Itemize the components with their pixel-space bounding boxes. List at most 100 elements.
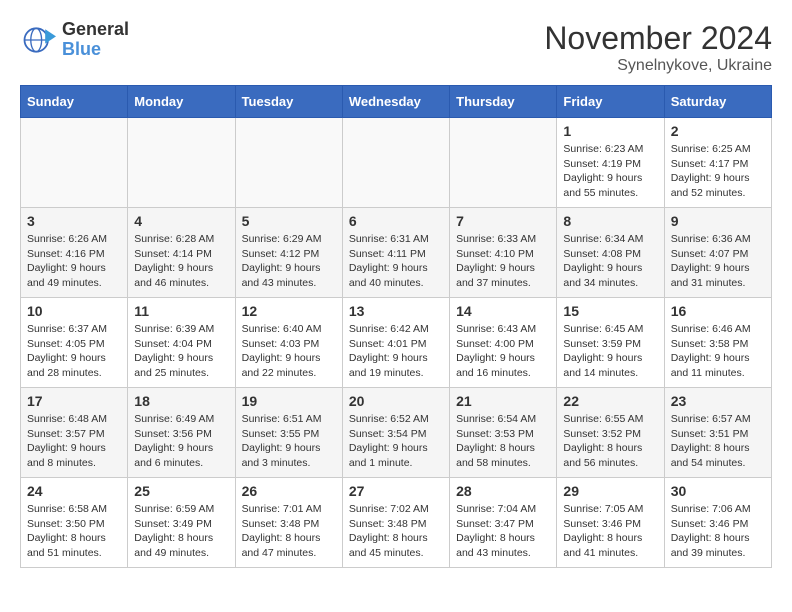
- day-number: 15: [563, 303, 657, 319]
- day-info: Sunrise: 6:23 AM Sunset: 4:19 PM Dayligh…: [563, 142, 657, 201]
- calendar-week-5: 24 Sunrise: 6:58 AM Sunset: 3:50 PM Dayli…: [21, 478, 772, 568]
- logo-blue: Blue: [62, 40, 129, 60]
- day-info: Sunrise: 6:58 AM Sunset: 3:50 PM Dayligh…: [27, 502, 121, 561]
- day-info: Sunrise: 7:05 AM Sunset: 3:46 PM Dayligh…: [563, 502, 657, 561]
- day-number: 24: [27, 483, 121, 499]
- day-number: 20: [349, 393, 443, 409]
- day-info: Sunrise: 6:52 AM Sunset: 3:54 PM Dayligh…: [349, 412, 443, 471]
- logo-general: General: [62, 20, 129, 40]
- day-number: 22: [563, 393, 657, 409]
- day-number: 7: [456, 213, 550, 229]
- weekday-header-tuesday: Tuesday: [235, 86, 342, 118]
- day-info: Sunrise: 6:28 AM Sunset: 4:14 PM Dayligh…: [134, 232, 228, 291]
- day-info: Sunrise: 6:55 AM Sunset: 3:52 PM Dayligh…: [563, 412, 657, 471]
- day-number: 3: [27, 213, 121, 229]
- calendar-cell: 11 Sunrise: 6:39 AM Sunset: 4:04 PM Dayli…: [128, 298, 235, 388]
- day-info: Sunrise: 6:46 AM Sunset: 3:58 PM Dayligh…: [671, 322, 765, 381]
- day-info: Sunrise: 6:39 AM Sunset: 4:04 PM Dayligh…: [134, 322, 228, 381]
- day-number: 25: [134, 483, 228, 499]
- day-info: Sunrise: 6:26 AM Sunset: 4:16 PM Dayligh…: [27, 232, 121, 291]
- calendar-cell: 13 Sunrise: 6:42 AM Sunset: 4:01 PM Dayli…: [342, 298, 449, 388]
- day-number: 14: [456, 303, 550, 319]
- calendar-cell: [235, 118, 342, 208]
- day-number: 11: [134, 303, 228, 319]
- title-block: November 2024 Synelnykove, Ukraine: [544, 20, 772, 75]
- calendar-cell: 6Sunrise: 6:31 AM Sunset: 4:11 PM Daylig…: [342, 208, 449, 298]
- calendar-cell: 25 Sunrise: 6:59 AM Sunset: 3:49 PM Dayli…: [128, 478, 235, 568]
- day-info: Sunrise: 7:06 AM Sunset: 3:46 PM Dayligh…: [671, 502, 765, 561]
- calendar-cell: [450, 118, 557, 208]
- day-number: 10: [27, 303, 121, 319]
- weekday-header-sunday: Sunday: [21, 86, 128, 118]
- location: Synelnykove, Ukraine: [544, 57, 772, 75]
- calendar-cell: 5 Sunrise: 6:29 AM Sunset: 4:12 PM Daylig…: [235, 208, 342, 298]
- day-number: 30: [671, 483, 765, 499]
- day-number: 1: [563, 123, 657, 139]
- calendar-cell: [342, 118, 449, 208]
- calendar-week-4: 17Sunrise: 6:48 AM Sunset: 3:57 PM Dayli…: [21, 388, 772, 478]
- day-info: Sunrise: 6:33 AM Sunset: 4:10 PM Dayligh…: [456, 232, 550, 291]
- logo-icon: [20, 22, 56, 58]
- weekday-header-friday: Friday: [557, 86, 664, 118]
- calendar-cell: 15Sunrise: 6:45 AM Sunset: 3:59 PM Dayli…: [557, 298, 664, 388]
- calendar-week-1: 1 Sunrise: 6:23 AM Sunset: 4:19 PM Daylig…: [21, 118, 772, 208]
- calendar-cell: 19 Sunrise: 6:51 AM Sunset: 3:55 PM Dayli…: [235, 388, 342, 478]
- day-info: Sunrise: 7:02 AM Sunset: 3:48 PM Dayligh…: [349, 502, 443, 561]
- calendar-cell: 30 Sunrise: 7:06 AM Sunset: 3:46 PM Dayli…: [664, 478, 771, 568]
- calendar-cell: 24 Sunrise: 6:58 AM Sunset: 3:50 PM Dayli…: [21, 478, 128, 568]
- calendar-cell: 14 Sunrise: 6:43 AM Sunset: 4:00 PM Dayli…: [450, 298, 557, 388]
- day-number: 8: [563, 213, 657, 229]
- day-number: 19: [242, 393, 336, 409]
- day-info: Sunrise: 6:59 AM Sunset: 3:49 PM Dayligh…: [134, 502, 228, 561]
- calendar-cell: 17Sunrise: 6:48 AM Sunset: 3:57 PM Dayli…: [21, 388, 128, 478]
- day-number: 4: [134, 213, 228, 229]
- day-number: 21: [456, 393, 550, 409]
- calendar-cell: 18Sunrise: 6:49 AM Sunset: 3:56 PM Dayli…: [128, 388, 235, 478]
- calendar-cell: 10 Sunrise: 6:37 AM Sunset: 4:05 PM Dayli…: [21, 298, 128, 388]
- day-info: Sunrise: 6:42 AM Sunset: 4:01 PM Dayligh…: [349, 322, 443, 381]
- day-number: 26: [242, 483, 336, 499]
- day-info: Sunrise: 6:40 AM Sunset: 4:03 PM Dayligh…: [242, 322, 336, 381]
- day-info: Sunrise: 6:51 AM Sunset: 3:55 PM Dayligh…: [242, 412, 336, 471]
- day-number: 5: [242, 213, 336, 229]
- weekday-header-monday: Monday: [128, 86, 235, 118]
- day-number: 16: [671, 303, 765, 319]
- day-info: Sunrise: 6:36 AM Sunset: 4:07 PM Dayligh…: [671, 232, 765, 291]
- day-number: 27: [349, 483, 443, 499]
- weekday-header-row: SundayMondayTuesdayWednesdayThursdayFrid…: [21, 86, 772, 118]
- day-number: 28: [456, 483, 550, 499]
- calendar-cell: 9 Sunrise: 6:36 AM Sunset: 4:07 PM Daylig…: [664, 208, 771, 298]
- weekday-header-thursday: Thursday: [450, 86, 557, 118]
- day-info: Sunrise: 6:48 AM Sunset: 3:57 PM Dayligh…: [27, 412, 121, 471]
- day-info: Sunrise: 6:43 AM Sunset: 4:00 PM Dayligh…: [456, 322, 550, 381]
- day-number: 29: [563, 483, 657, 499]
- month-year: November 2024: [544, 20, 772, 57]
- day-info: Sunrise: 6:34 AM Sunset: 4:08 PM Dayligh…: [563, 232, 657, 291]
- calendar-cell: 3 Sunrise: 6:26 AM Sunset: 4:16 PM Daylig…: [21, 208, 128, 298]
- calendar-week-2: 3 Sunrise: 6:26 AM Sunset: 4:16 PM Daylig…: [21, 208, 772, 298]
- calendar-cell: 22 Sunrise: 6:55 AM Sunset: 3:52 PM Dayli…: [557, 388, 664, 478]
- calendar-cell: 26Sunrise: 7:01 AM Sunset: 3:48 PM Dayli…: [235, 478, 342, 568]
- calendar-cell: 23Sunrise: 6:57 AM Sunset: 3:51 PM Dayli…: [664, 388, 771, 478]
- calendar-cell: 7 Sunrise: 6:33 AM Sunset: 4:10 PM Daylig…: [450, 208, 557, 298]
- calendar-cell: 27 Sunrise: 7:02 AM Sunset: 3:48 PM Dayli…: [342, 478, 449, 568]
- day-number: 18: [134, 393, 228, 409]
- day-info: Sunrise: 6:25 AM Sunset: 4:17 PM Dayligh…: [671, 142, 765, 201]
- day-number: 13: [349, 303, 443, 319]
- day-number: 12: [242, 303, 336, 319]
- weekday-header-wednesday: Wednesday: [342, 86, 449, 118]
- calendar-cell: 4 Sunrise: 6:28 AM Sunset: 4:14 PM Daylig…: [128, 208, 235, 298]
- calendar-cell: 20 Sunrise: 6:52 AM Sunset: 3:54 PM Dayli…: [342, 388, 449, 478]
- day-info: Sunrise: 6:37 AM Sunset: 4:05 PM Dayligh…: [27, 322, 121, 381]
- calendar-cell: 12 Sunrise: 6:40 AM Sunset: 4:03 PM Dayli…: [235, 298, 342, 388]
- day-info: Sunrise: 6:29 AM Sunset: 4:12 PM Dayligh…: [242, 232, 336, 291]
- logo[interactable]: General Blue: [20, 20, 129, 60]
- calendar-cell: [21, 118, 128, 208]
- calendar-week-3: 10 Sunrise: 6:37 AM Sunset: 4:05 PM Dayli…: [21, 298, 772, 388]
- day-number: 9: [671, 213, 765, 229]
- calendar-cell: 29 Sunrise: 7:05 AM Sunset: 3:46 PM Dayli…: [557, 478, 664, 568]
- logo-text: General Blue: [62, 20, 129, 60]
- day-info: Sunrise: 6:57 AM Sunset: 3:51 PM Dayligh…: [671, 412, 765, 471]
- calendar-cell: 21Sunrise: 6:54 AM Sunset: 3:53 PM Dayli…: [450, 388, 557, 478]
- calendar-cell: [128, 118, 235, 208]
